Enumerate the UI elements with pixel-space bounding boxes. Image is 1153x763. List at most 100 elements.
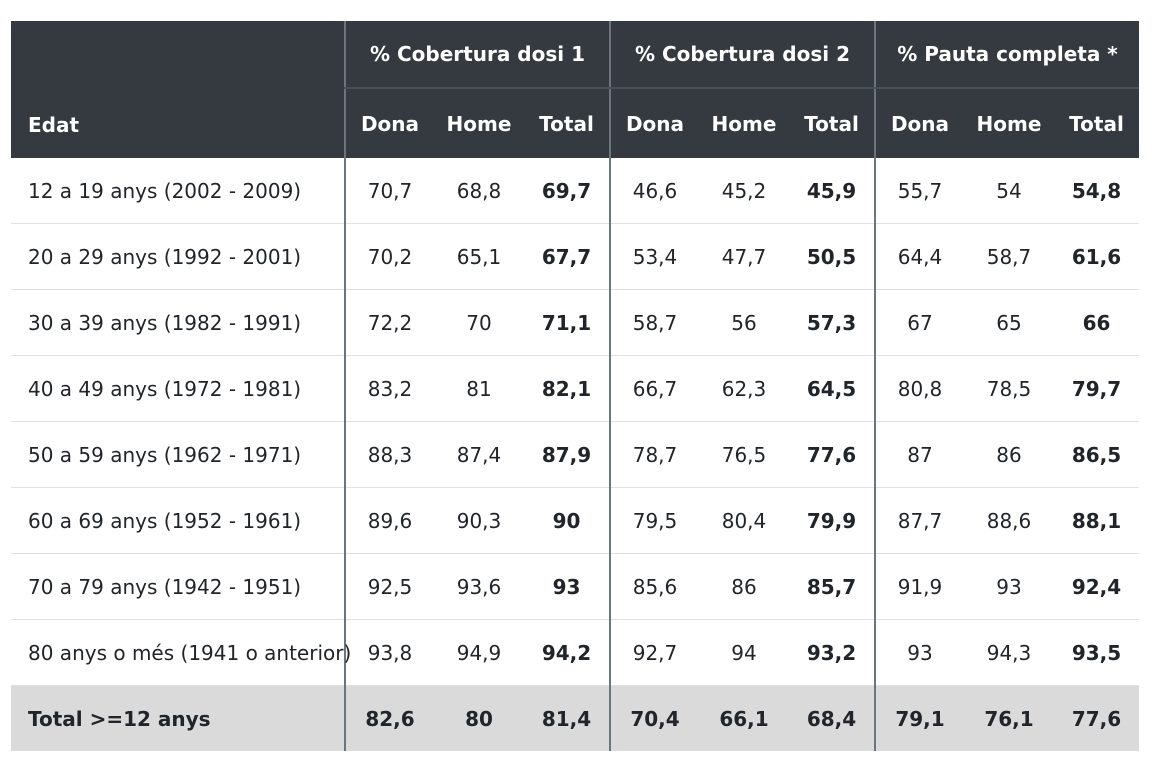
header-dona: Dona xyxy=(609,88,699,158)
value-cell: 55,7 xyxy=(874,158,964,224)
table-row: 40 a 49 anys (1972 - 1981) 83,2 81 82,1 66,7… xyxy=(11,355,1139,422)
vaccination-coverage-table: Edat % Cobertura dosi 1 % Cobertura dosi… xyxy=(11,21,1139,751)
header-home: Home xyxy=(699,88,789,158)
table-row: 20 a 29 anys (1992 - 2001) 70,2 65,1 67,7 53… xyxy=(11,223,1139,290)
table-row: 30 a 39 anys (1982 - 1991) 72,2 70 71,1 58,7… xyxy=(11,289,1139,356)
value-cell: 94,9 xyxy=(434,619,524,686)
age-group-cell: 50 a 59 anys (1962 - 1971) xyxy=(11,421,345,488)
total-value-cell: 92,4 xyxy=(1054,553,1139,620)
table-row: 70 a 79 anys (1942 - 1951) 92,5 93,6 93 85,6… xyxy=(11,553,1139,620)
value-cell: 70,7 xyxy=(344,158,434,224)
value-cell: 93,8 xyxy=(344,619,434,686)
total-value-cell: 57,3 xyxy=(789,289,875,356)
total-value-cell: 88,1 xyxy=(1054,487,1139,554)
value-cell: 58,7 xyxy=(609,289,699,356)
total-cell: 76,1 xyxy=(964,685,1054,751)
total-value-cell: 69,7 xyxy=(524,158,610,224)
value-cell: 64,4 xyxy=(874,223,964,290)
value-cell: 78,5 xyxy=(964,355,1054,422)
total-cell: 80 xyxy=(434,685,524,751)
total-value-cell: 77,6 xyxy=(789,421,875,488)
value-cell: 56 xyxy=(699,289,789,356)
value-cell: 87 xyxy=(874,421,964,488)
table-header: Edat % Cobertura dosi 1 % Cobertura dosi… xyxy=(11,21,1139,158)
value-cell: 86 xyxy=(964,421,1054,488)
header-group-dosi2: % Cobertura dosi 2 xyxy=(609,21,875,89)
value-cell: 72,2 xyxy=(344,289,434,356)
value-cell: 65 xyxy=(964,289,1054,356)
header-home: Home xyxy=(434,88,524,158)
value-cell: 93 xyxy=(874,619,964,686)
value-cell: 70 xyxy=(434,289,524,356)
total-value-cell: 87,9 xyxy=(524,421,610,488)
table-row: 60 a 69 anys (1952 - 1961) 89,6 90,3 90 79,5… xyxy=(11,487,1139,554)
vaccination-coverage-table-wrapper: Edat % Cobertura dosi 1 % Cobertura dosi… xyxy=(11,21,1139,751)
value-cell: 85,6 xyxy=(609,553,699,620)
age-group-cell: 70 a 79 anys (1942 - 1951) xyxy=(11,553,345,620)
total-cell: 68,4 xyxy=(789,685,875,751)
value-cell: 87,4 xyxy=(434,421,524,488)
total-value-cell: 85,7 xyxy=(789,553,875,620)
value-cell: 89,6 xyxy=(344,487,434,554)
header-total: Total xyxy=(524,88,610,158)
value-cell: 80,4 xyxy=(699,487,789,554)
value-cell: 92,7 xyxy=(609,619,699,686)
total-cell: 81,4 xyxy=(524,685,610,751)
value-cell: 81 xyxy=(434,355,524,422)
total-value-cell: 54,8 xyxy=(1054,158,1139,224)
value-cell: 80,8 xyxy=(874,355,964,422)
value-cell: 65,1 xyxy=(434,223,524,290)
total-value-cell: 61,6 xyxy=(1054,223,1139,290)
age-group-cell: 20 a 29 anys (1992 - 2001) xyxy=(11,223,345,290)
table-row: 50 a 59 anys (1962 - 1971) 88,3 87,4 87,9 78… xyxy=(11,421,1139,488)
header-edat: Edat xyxy=(11,21,345,158)
total-value-cell: 66 xyxy=(1054,289,1139,356)
total-row: Total >=12 anys 82,6 80 81,4 70,4 66,1 6… xyxy=(11,685,1139,751)
table-footer: Total >=12 anys 82,6 80 81,4 70,4 66,1 6… xyxy=(11,685,1139,751)
value-cell: 78,7 xyxy=(609,421,699,488)
header-dona: Dona xyxy=(344,88,434,158)
value-cell: 91,9 xyxy=(874,553,964,620)
total-row-label: Total >=12 anys xyxy=(11,685,345,751)
value-cell: 93,6 xyxy=(434,553,524,620)
header-row-groups: Edat % Cobertura dosi 1 % Cobertura dosi… xyxy=(11,21,1139,158)
total-value-cell: 79,7 xyxy=(1054,355,1139,422)
value-cell: 46,6 xyxy=(609,158,699,224)
value-cell: 58,7 xyxy=(964,223,1054,290)
header-group-dosi1: % Cobertura dosi 1 xyxy=(344,21,610,89)
total-cell: 79,1 xyxy=(874,685,964,751)
total-cell: 70,4 xyxy=(609,685,699,751)
header-total: Total xyxy=(789,88,875,158)
total-cell: 82,6 xyxy=(344,685,434,751)
header-dona: Dona xyxy=(874,88,964,158)
age-group-cell: 80 anys o més (1941 o anterior) xyxy=(11,619,351,686)
total-value-cell: 67,7 xyxy=(524,223,610,290)
value-cell: 54 xyxy=(964,158,1054,224)
value-cell: 66,7 xyxy=(609,355,699,422)
total-cell: 66,1 xyxy=(699,685,789,751)
table-row: 80 anys o més (1941 o anterior) 93,8 94,9 9… xyxy=(11,619,1139,686)
value-cell: 88,6 xyxy=(964,487,1054,554)
total-value-cell: 82,1 xyxy=(524,355,610,422)
value-cell: 47,7 xyxy=(699,223,789,290)
age-group-cell: 30 a 39 anys (1982 - 1991) xyxy=(11,289,345,356)
value-cell: 88,3 xyxy=(344,421,434,488)
value-cell: 92,5 xyxy=(344,553,434,620)
total-value-cell: 50,5 xyxy=(789,223,875,290)
header-home: Home xyxy=(964,88,1054,158)
total-value-cell: 94,2 xyxy=(524,619,610,686)
total-value-cell: 79,9 xyxy=(789,487,875,554)
total-cell: 77,6 xyxy=(1054,685,1139,751)
header-group-pauta: % Pauta completa * xyxy=(874,21,1139,89)
total-value-cell: 45,9 xyxy=(789,158,875,224)
value-cell: 76,5 xyxy=(699,421,789,488)
age-group-cell: 60 a 69 anys (1952 - 1961) xyxy=(11,487,345,554)
total-value-cell: 93,2 xyxy=(789,619,875,686)
value-cell: 62,3 xyxy=(699,355,789,422)
value-cell: 94,3 xyxy=(964,619,1054,686)
total-value-cell: 90 xyxy=(524,487,610,554)
total-value-cell: 86,5 xyxy=(1054,421,1139,488)
value-cell: 93 xyxy=(964,553,1054,620)
table-row: 12 a 19 anys (2002 - 2009) 70,7 68,8 69,7 46… xyxy=(11,158,1139,224)
total-value-cell: 93,5 xyxy=(1054,619,1139,686)
